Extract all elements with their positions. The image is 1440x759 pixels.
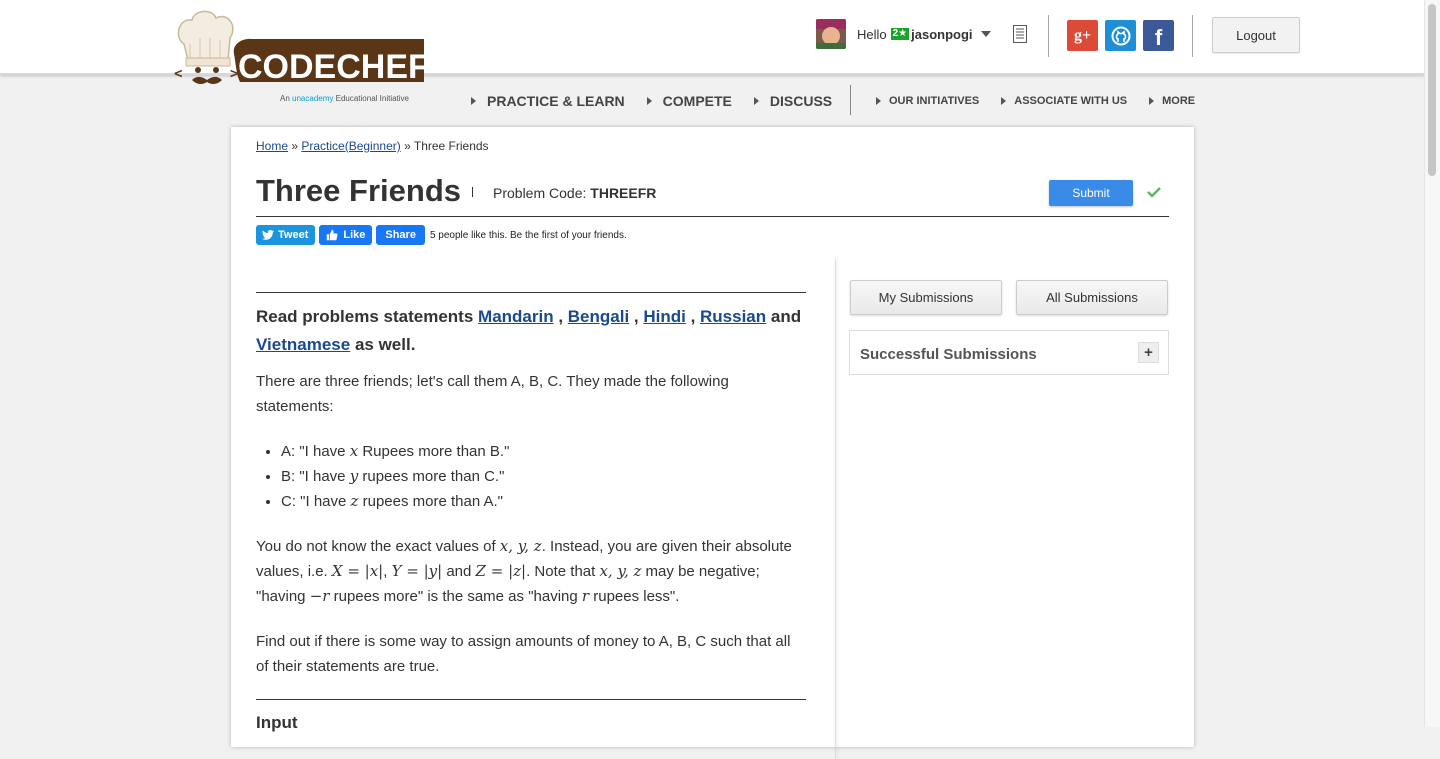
nav-more[interactable]: MORE [1149, 95, 1195, 107]
notification-icon[interactable] [1013, 25, 1027, 43]
language-links: Read problems statements Mandarin , Beng… [256, 307, 802, 354]
list-item: C: "I have z rupees more than A." [281, 489, 836, 514]
triangle-right-icon [753, 97, 759, 105]
username[interactable]: jasonpogi [911, 27, 972, 42]
triangle-right-icon [471, 97, 476, 105]
twitter-icon [262, 230, 274, 240]
like-count-text: 5 people like this. Be the first of your… [429, 229, 627, 241]
breadcrumb-current: Three Friends [413, 139, 489, 153]
breadcrumb-practice-link[interactable]: Practice(Beginner) [301, 139, 400, 153]
breadcrumb-home-link[interactable]: Home [256, 139, 288, 153]
facebook-icon[interactable]: f [1143, 20, 1174, 51]
avatar[interactable] [816, 19, 846, 49]
submit-button[interactable]: Submit [1049, 180, 1133, 206]
logout-button[interactable]: Logout [1212, 17, 1300, 53]
share-bar: Tweet Like Share 5 people like this. Be … [256, 225, 627, 245]
tweet-button[interactable]: Tweet [256, 225, 316, 245]
nav-compete[interactable]: COMPETE [646, 93, 732, 109]
lang-link-vietnamese[interactable]: Vietnamese [256, 335, 350, 354]
facebook-share-button[interactable]: Share [376, 225, 425, 245]
title-divider [472, 187, 473, 197]
problem-code: Problem Code: THREEFR [493, 185, 657, 201]
codechef-logo[interactable]: < > CODECHEF An unacademy Educational In… [172, 8, 430, 108]
my-submissions-button[interactable]: My Submissions [850, 280, 1002, 315]
github-icon[interactable] [1105, 20, 1136, 51]
triangle-right-icon [646, 97, 652, 105]
header-divider [1192, 15, 1193, 57]
google-plus-icon[interactable]: g+ [1067, 20, 1098, 51]
nav-associate-with-us[interactable]: ASSOCIATE WITH US [1001, 95, 1127, 107]
greeting: Hello [857, 26, 887, 42]
nav-our-initiatives[interactable]: OUR INITIATIVES [876, 95, 979, 107]
divider [256, 699, 806, 700]
logo-wordmark: CODECHEF [238, 48, 429, 86]
chevron-down-icon[interactable] [980, 31, 991, 37]
problem-statement: Read problems statements Mandarin , Beng… [256, 259, 836, 759]
intro-paragraph: There are three friends; let's call them… [256, 373, 729, 415]
column-divider [835, 259, 836, 759]
nav-practice-learn[interactable]: PRACTICE & LEARN [471, 93, 625, 109]
lang-link-bengali[interactable]: Bengali [568, 307, 629, 326]
header-divider [1048, 15, 1049, 57]
problem-header: Three Friends Problem Code: THREEFR Subm… [256, 173, 1169, 217]
triangle-right-icon [1149, 97, 1155, 105]
star-rating-badge: 2★ [890, 28, 910, 40]
expand-plus-icon[interactable]: + [1138, 342, 1159, 363]
page-title: Three Friends [256, 173, 461, 208]
secondary-nav: OUR INITIATIVES ASSOCIATE WITH US MORE [876, 95, 1217, 107]
breadcrumb: Home » Practice(Beginner) » Three Friend… [256, 139, 489, 153]
lang-link-hindi[interactable]: Hindi [643, 307, 686, 326]
thumbs-up-icon [327, 229, 338, 241]
divider [256, 292, 806, 293]
triangle-right-icon [1001, 97, 1007, 105]
successful-submissions-panel[interactable]: Successful Submissions + [849, 330, 1169, 375]
logo-tagline: An unacademy Educational Initiative [280, 94, 410, 103]
check-icon [1147, 187, 1161, 198]
triangle-right-icon [876, 97, 881, 105]
chef-hat-logo-icon: < > CODECHEF [174, 10, 429, 86]
lang-link-mandarin[interactable]: Mandarin [478, 307, 554, 326]
nav-discuss[interactable]: DISCUSS [753, 93, 832, 109]
main-nav: PRACTICE & LEARN COMPETE DISCUSS [471, 92, 854, 110]
scrollbar-thumb[interactable] [1428, 4, 1436, 176]
user-menu[interactable]: Hello 2★ jasonpogi [816, 19, 991, 49]
list-item: B: "I have y rupees more than C." [281, 464, 836, 489]
statements-list: A: "I have x Rupees more than B." B: "I … [256, 439, 836, 514]
svg-text:<: < [174, 66, 182, 82]
list-item: A: "I have x Rupees more than B." [281, 439, 836, 464]
problem-card: Home » Practice(Beginner) » Three Friend… [231, 127, 1194, 759]
successful-submissions-title: Successful Submissions [860, 346, 1037, 363]
facebook-like-button[interactable]: Like [319, 225, 373, 245]
all-submissions-button[interactable]: All Submissions [1016, 280, 1168, 315]
lang-link-russian[interactable]: Russian [700, 307, 766, 326]
scrollbar[interactable] [1424, 0, 1440, 727]
input-heading: Input [256, 713, 298, 732]
constraints-paragraph: You do not know the exact values of x, y… [256, 537, 792, 605]
nav-divider [850, 85, 851, 115]
task-paragraph: Find out if there is some way to assign … [256, 633, 791, 675]
